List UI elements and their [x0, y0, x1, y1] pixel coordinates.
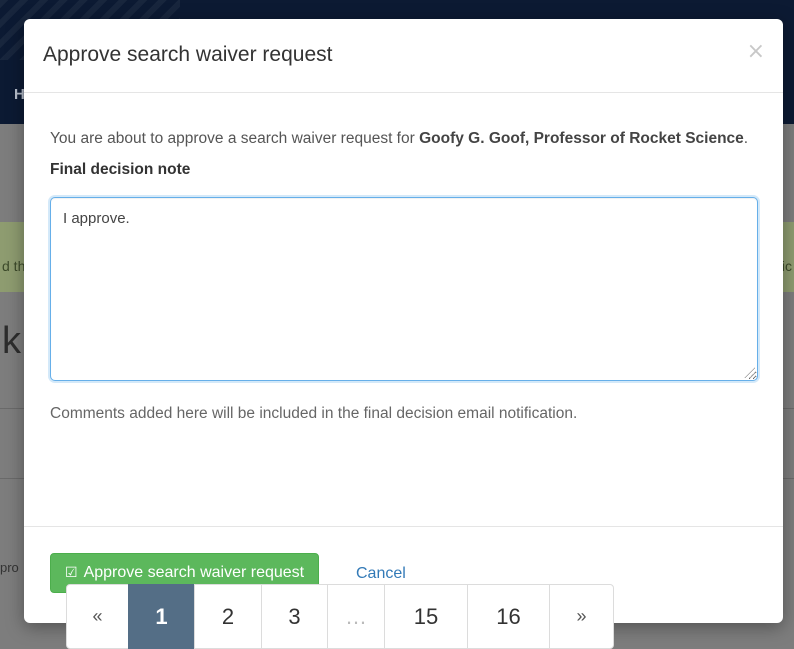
- background-alert-text-right: ic: [781, 258, 792, 274]
- pagination-page-15[interactable]: 15: [384, 584, 468, 649]
- resize-handle-icon[interactable]: [743, 366, 755, 378]
- approve-button-label: Approve search waiver request: [83, 564, 305, 581]
- help-text: Comments added here will be included in …: [50, 405, 578, 422]
- background-row-text: pro: [0, 560, 19, 575]
- intro-prefix: You are about to approve a search waiver…: [50, 130, 420, 147]
- modal-body: You are about to approve a search waiver…: [50, 127, 758, 423]
- intro-text: You are about to approve a search waiver…: [50, 127, 758, 151]
- close-icon[interactable]: ×: [747, 41, 765, 63]
- pagination-page-2[interactable]: 2: [194, 584, 262, 649]
- approve-waiver-modal: Approve search waiver request × You are …: [24, 19, 783, 623]
- pagination-ellipsis: …: [327, 584, 385, 649]
- pagination-page-1[interactable]: 1: [128, 584, 195, 649]
- cancel-link[interactable]: Cancel: [356, 565, 406, 583]
- modal-header: Approve search waiver request ×: [24, 19, 783, 93]
- final-decision-note-input[interactable]: I approve.: [50, 197, 758, 381]
- requester-name: Goofy G. Goof, Professor of Rocket Scien…: [419, 130, 744, 147]
- pagination-page-3[interactable]: 3: [261, 584, 328, 649]
- pagination-prev[interactable]: «: [66, 584, 129, 649]
- final-decision-note-label: Final decision note: [50, 161, 191, 178]
- check-square-icon: ☑: [65, 565, 78, 581]
- background-alert-text-left: d th: [2, 258, 26, 274]
- pagination: « 1 2 3 … 15 16 »: [66, 584, 614, 649]
- pagination-page-16[interactable]: 16: [467, 584, 550, 649]
- note-field-wrapper: I approve.: [50, 197, 758, 381]
- intro-suffix: .: [743, 130, 749, 147]
- modal-title: Approve search waiver request: [43, 43, 333, 66]
- background-heading: k: [2, 320, 21, 362]
- pagination-next[interactable]: »: [549, 584, 614, 649]
